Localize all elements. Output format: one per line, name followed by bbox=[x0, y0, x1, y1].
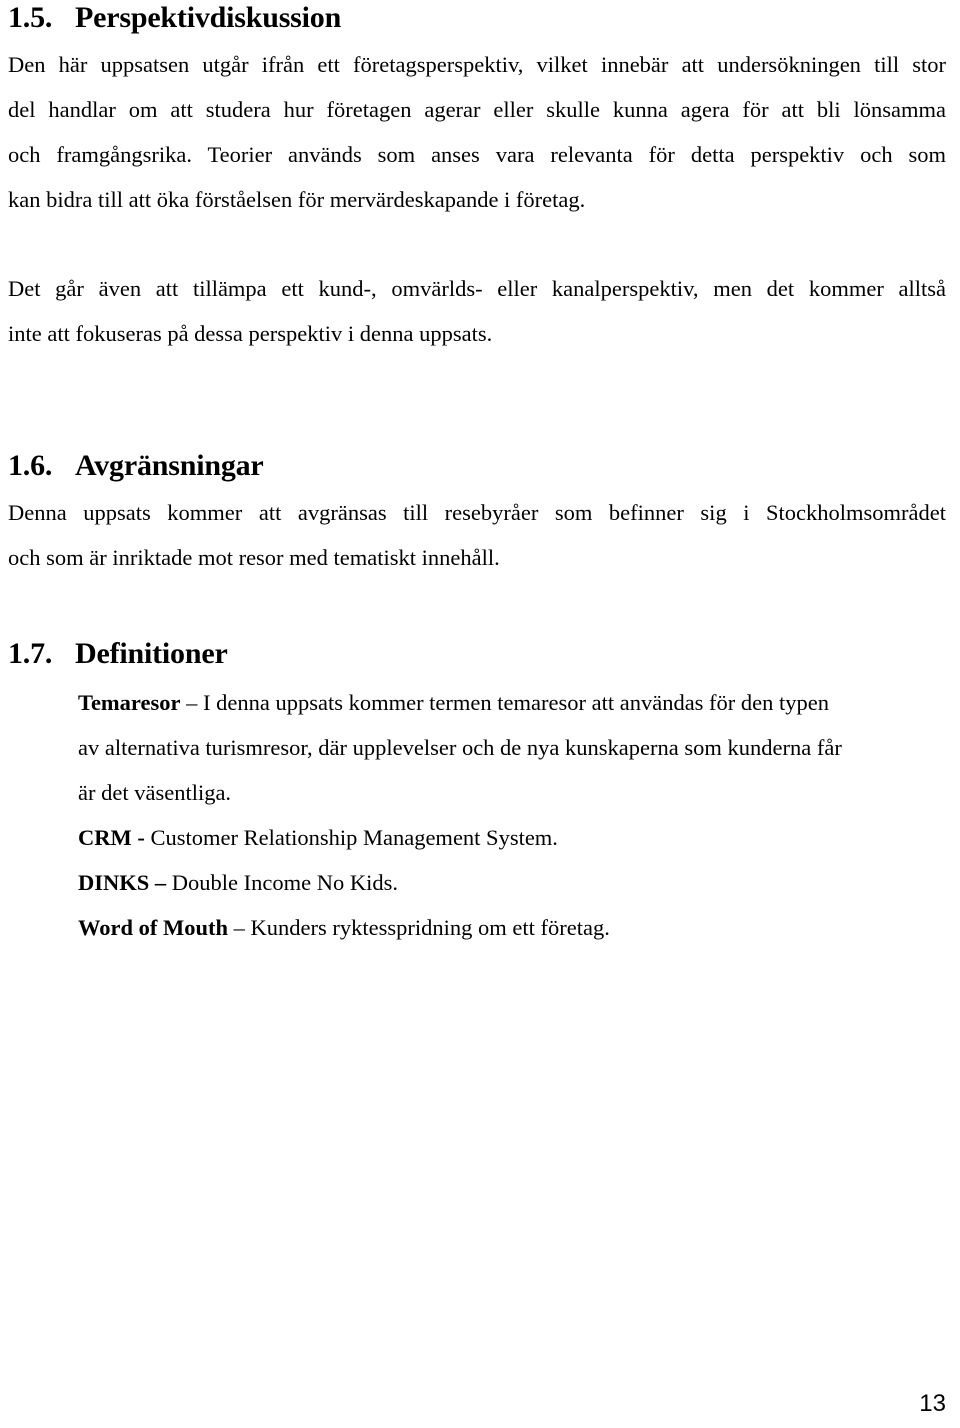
definition-dash: - bbox=[131, 825, 151, 850]
paragraph-line: Det går även att tillämpa ett kund-, omv… bbox=[8, 276, 946, 301]
page-number: 13 bbox=[919, 1390, 946, 1417]
paragraph-line: Den här uppsatsen utgår ifrån ett företa… bbox=[8, 52, 946, 77]
paragraph-1-5-2: Det går även att tillämpa ett kund-, omv… bbox=[8, 266, 946, 356]
heading-1-5-title: Perspektivdiskussion bbox=[75, 1, 342, 34]
paragraph-1-5-1: Den här uppsatsen utgår ifrån ett företa… bbox=[8, 42, 946, 222]
definitions-block: Temaresor – I denna uppsats kommer terme… bbox=[78, 680, 946, 950]
definition-crm: CRM - Customer Relationship Management S… bbox=[78, 815, 946, 860]
definition-dash: – bbox=[180, 690, 203, 715]
paragraph-line: del handlar om att studera hur företagen… bbox=[8, 97, 946, 122]
heading-1-7-number: 1.7. bbox=[8, 637, 53, 670]
paragraph-line: Denna uppsats kommer att avgränsas till … bbox=[8, 500, 946, 525]
definition-dash: – bbox=[149, 870, 172, 895]
heading-1-7-title: Definitioner bbox=[75, 637, 228, 670]
heading-1-6: 1.6. Avgränsningar bbox=[8, 448, 948, 484]
paragraph-line: och som är inriktade mot resor med temat… bbox=[8, 545, 500, 570]
definition-line: Temaresor – I denna uppsats kommer terme… bbox=[78, 680, 960, 725]
definition-dash: – bbox=[228, 915, 251, 940]
paragraph-1-6-1: Denna uppsats kommer att avgränsas till … bbox=[8, 490, 946, 580]
definition-text: Customer Relationship Management System. bbox=[150, 825, 558, 850]
heading-1-7: 1.7. Definitioner bbox=[8, 636, 948, 672]
heading-1-6-number: 1.6. bbox=[8, 449, 53, 482]
document-page: 1.5. Perspektivdiskussion Den här uppsat… bbox=[0, 0, 960, 1428]
definition-line: är det väsentliga. bbox=[78, 780, 232, 805]
heading-1-6-title: Avgränsningar bbox=[75, 449, 264, 482]
paragraph-line: och framgångsrika. Teorier används som a… bbox=[8, 142, 946, 167]
definition-term-temaresor: Temaresor bbox=[78, 690, 181, 715]
definition-term-crm: CRM bbox=[78, 825, 132, 850]
definition-text: I denna uppsats kommer termen temaresor … bbox=[202, 690, 830, 715]
heading-1-5-number: 1.5. bbox=[8, 1, 53, 34]
definition-temaresor: Temaresor – I denna uppsats kommer terme… bbox=[78, 680, 960, 815]
page-content: 1.5. Perspektivdiskussion Den här uppsat… bbox=[8, 0, 948, 950]
definition-text: Kunders ryktesspridning om ett företag. bbox=[250, 915, 610, 940]
paragraph-line: inte att fokuseras på dessa perspektiv i… bbox=[8, 321, 493, 346]
heading-1-5: 1.5. Perspektivdiskussion bbox=[8, 0, 948, 36]
definition-term-dinks: DINKS bbox=[78, 870, 150, 895]
definition-term-word-of-mouth: Word of Mouth bbox=[78, 915, 229, 940]
definition-text: Double Income No Kids. bbox=[171, 870, 398, 895]
definition-dinks: DINKS – Double Income No Kids. bbox=[78, 860, 946, 905]
paragraph-line: kan bidra till att öka förståelsen för m… bbox=[8, 187, 586, 212]
definition-word-of-mouth: Word of Mouth – Kunders ryktesspridning … bbox=[78, 905, 946, 950]
definition-line: av alternativa turismresor, där upplevel… bbox=[78, 735, 842, 760]
